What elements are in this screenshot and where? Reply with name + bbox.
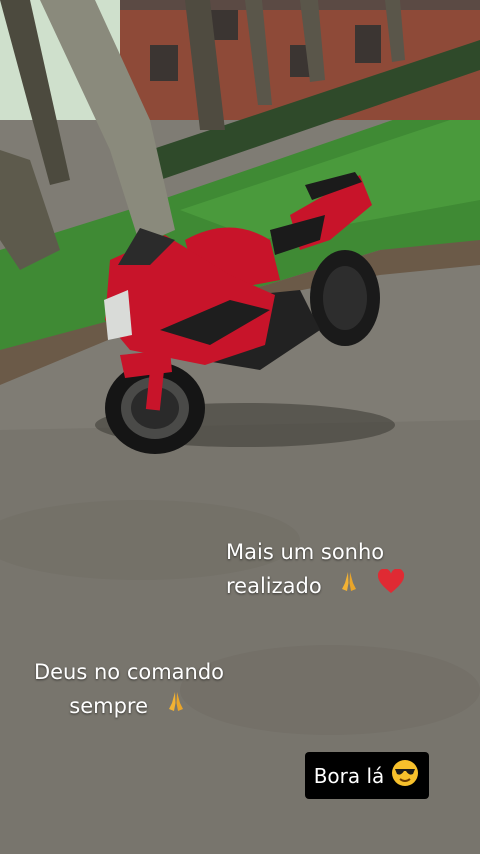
building-roof: [112, 0, 480, 10]
building-window: [355, 25, 381, 63]
caption-dream: Mais um sonho realizado: [226, 535, 405, 605]
praying-hands-icon: [163, 689, 189, 725]
story-frame: Mais um sonho realizado Deus no comando …: [0, 0, 480, 854]
praying-hands-icon: [336, 569, 362, 605]
caption-dream-line-1: Mais um sonho: [226, 540, 385, 564]
sunglasses-face-icon: [390, 758, 420, 793]
caption-faith-line-1: Deus no comando: [33, 660, 225, 684]
caption-faith: Deus no comando sempre: [16, 655, 242, 725]
caption-faith-line-2-row: sempre: [16, 689, 242, 725]
background-photo: [0, 0, 480, 854]
rear-rim: [323, 266, 367, 330]
caption-faith-line-2: sempre: [69, 694, 149, 718]
red-heart-icon: [377, 568, 405, 605]
building-window: [150, 45, 178, 81]
caption-dream-line-2-row: realizado: [226, 568, 405, 605]
caption-dream-line-2: realizado: [226, 574, 322, 598]
bora-la-sticker: Bora lá: [305, 752, 429, 799]
building-window: [210, 10, 238, 40]
sticker-text: Bora lá: [313, 763, 385, 788]
